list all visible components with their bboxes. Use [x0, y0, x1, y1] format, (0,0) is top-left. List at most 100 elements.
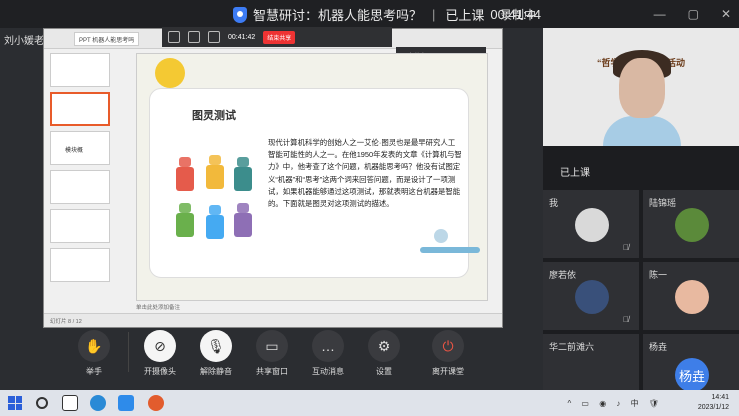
close-icon[interactable]: ✕ — [721, 7, 731, 21]
robot-figure — [176, 157, 194, 191]
control-label: 互动消息 — [312, 367, 344, 376]
participant-name: 陆锦瑶 — [649, 198, 677, 208]
slide-thumb[interactable]: 模块概 — [50, 131, 110, 165]
slide-title: 图灵测试 — [192, 110, 236, 122]
settings-button[interactable]: ⚙ 设置 — [354, 330, 414, 377]
participant-name: 廖若依 — [549, 270, 577, 280]
ppt-titlebar: PPT 机器人能思考吗 00:41:42 结束共享 — [44, 27, 502, 49]
avatar — [575, 208, 609, 242]
title-separator: | — [432, 7, 436, 22]
control-label: 解除静音 — [200, 367, 232, 376]
participant-tile[interactable]: 廖若依 🎙̸ — [543, 262, 639, 330]
participant-tile[interactable]: 陈一 — [643, 262, 739, 330]
teacher-video[interactable]: “哲学生活 上主题活动 — [543, 28, 739, 146]
ppt-tab[interactable]: PPT 机器人能思考吗 — [74, 32, 140, 46]
avatar — [675, 280, 709, 314]
control-label: 共享窗口 — [256, 367, 288, 376]
camera-off-icon: ⊘ — [144, 330, 176, 362]
slide-thumb[interactable] — [50, 170, 110, 204]
slide-thumb-selected[interactable] — [50, 92, 110, 126]
clock-time: 14:41 — [711, 394, 729, 401]
video-panel: “哲学生活 上主题活动 已上课 我 🎙̸ 陆锦瑶 廖若依 🎙̸ 陈一 华二前滩六 — [543, 28, 739, 392]
minimize-icon[interactable]: — — [654, 7, 666, 21]
teacher-face — [619, 58, 665, 118]
app-root: 智慧研讨：机器人能思考吗？ | 已上课 00:41:44 录制中 — ▢ ✕ 刘… — [0, 0, 739, 416]
clock[interactable]: 14:41 2023/1/12 — [698, 393, 729, 413]
control-label: 离开课堂 — [432, 367, 464, 376]
current-slide: 图灵测试 现代计算机科学的创始人之一艾伦·图灵也是最早研究人工智能可能性的人之一… — [136, 53, 488, 301]
leave-class-button[interactable]: ⏻ 离开课堂 — [418, 330, 478, 377]
raise-hand-button[interactable]: ✋ 举手 — [64, 330, 124, 377]
slide-thumbnails: 模块概 — [50, 53, 114, 303]
robot-figure — [234, 203, 252, 237]
camera-icon[interactable] — [188, 31, 200, 43]
slide-card: 图灵测试 现代计算机科学的创始人之一艾伦·图灵也是最早研究人工智能可能性的人之一… — [149, 88, 480, 278]
participant-tile[interactable]: 陆锦瑶 — [643, 190, 739, 258]
hand-icon: ✋ — [78, 330, 110, 362]
unmute-button[interactable]: 🎙 解除静音 — [186, 330, 246, 377]
teacher-torso — [603, 116, 681, 146]
mic-muted-icon: 🎙̸ — [623, 243, 629, 252]
avatar: 杨垚 — [675, 358, 709, 392]
search-icon[interactable] — [36, 397, 48, 409]
control-label: 开摄像头 — [144, 367, 176, 376]
notes-area[interactable]: 单击此处添加备注 — [136, 303, 180, 311]
control-label: 举手 — [86, 367, 102, 376]
robots-illustration — [172, 153, 258, 249]
slide-body-text: 现代计算机科学的创始人之一艾伦·图灵也是最早研究人工智能可能性的人之一。在他19… — [268, 138, 462, 209]
slide-thumb[interactable] — [50, 53, 110, 87]
class-started-label: 已上课 — [560, 168, 590, 179]
meeting-controls: ✋ 举手 ⊘ 开摄像头 🎙 解除静音 ▭ 共享窗口 … 互动消息 ⚙ 设置 ⏻ … — [60, 330, 500, 386]
participant-name: 我 — [549, 198, 559, 208]
participant-name: 杨垚 — [649, 342, 668, 352]
divider — [128, 332, 129, 372]
class-status: 已上课 — [445, 8, 485, 23]
screen-icon[interactable] — [208, 31, 220, 43]
participant-name: 陈一 — [649, 270, 668, 280]
robot-figure — [176, 203, 194, 237]
window-controls: — ▢ ✕ — [654, 7, 731, 21]
thumb-title: 模块概 — [65, 148, 84, 154]
avatar — [575, 280, 609, 314]
chat-button[interactable]: … 互动消息 — [298, 330, 358, 377]
meeting-app-icon[interactable] — [148, 395, 164, 411]
mic-icon[interactable] — [168, 31, 180, 43]
screen-share-icon: ▭ — [256, 330, 288, 362]
participant-tile[interactable]: 杨垚 杨垚 — [643, 334, 739, 392]
shared-screen: 刘小媛老 PPT 机器人能思考吗 00:41:42 结束共享 正在共享 模块概 — [0, 27, 540, 332]
slide-thumb[interactable] — [50, 248, 110, 282]
edge-browser-icon[interactable] — [90, 395, 106, 411]
participant-tile[interactable]: 华二前滩六 — [543, 334, 639, 390]
slide-thumb[interactable] — [50, 209, 110, 243]
shield-icon — [233, 6, 247, 23]
participant-name: 华二前滩六 — [549, 342, 595, 352]
slide-ball-decoration — [155, 58, 185, 88]
robot-figure — [206, 205, 224, 239]
end-share-button[interactable]: 结束共享 — [263, 30, 296, 44]
maximize-icon[interactable]: ▢ — [688, 7, 699, 21]
rocket-base — [420, 247, 480, 253]
robot-figure — [234, 157, 252, 191]
presenter-name: 刘小媛老 — [4, 36, 44, 47]
avatar — [675, 208, 709, 242]
app-icon[interactable] — [118, 395, 134, 411]
control-label: 设置 — [376, 367, 392, 376]
camera-button[interactable]: ⊘ 开摄像头 — [130, 330, 190, 377]
system-tray-icons[interactable]: ^ ▭ ◉ ♪ 中 🛡 — [567, 398, 663, 409]
share-window-button[interactable]: ▭ 共享窗口 — [242, 330, 302, 377]
rocket-ship — [434, 229, 448, 243]
class-title: 智慧研讨：机器人能思考吗？ — [253, 8, 423, 23]
share-toolbar: 00:41:42 结束共享 — [162, 27, 392, 47]
chat-icon: … — [312, 330, 344, 362]
taskbar: ^ ▭ ◉ ♪ 中 🛡 14:41 2023/1/12 — [0, 390, 739, 416]
robot-figure — [206, 155, 224, 189]
windows-start-icon[interactable] — [8, 396, 22, 410]
class-title-group: 智慧研讨：机器人能思考吗？ | 已上课 00:41:44 — [233, 5, 541, 24]
title-bar: 智慧研讨：机器人能思考吗？ | 已上课 00:41:44 录制中 — ▢ ✕ — [0, 0, 739, 28]
mic-off-icon: 🎙 — [200, 330, 232, 362]
rocket-illustration — [420, 229, 480, 253]
recording-label[interactable]: 录制中 — [500, 6, 536, 23]
task-view-icon[interactable] — [62, 395, 78, 411]
participant-tile[interactable]: 我 🎙̸ — [543, 190, 639, 258]
mic-muted-icon: 🎙̸ — [623, 315, 629, 324]
